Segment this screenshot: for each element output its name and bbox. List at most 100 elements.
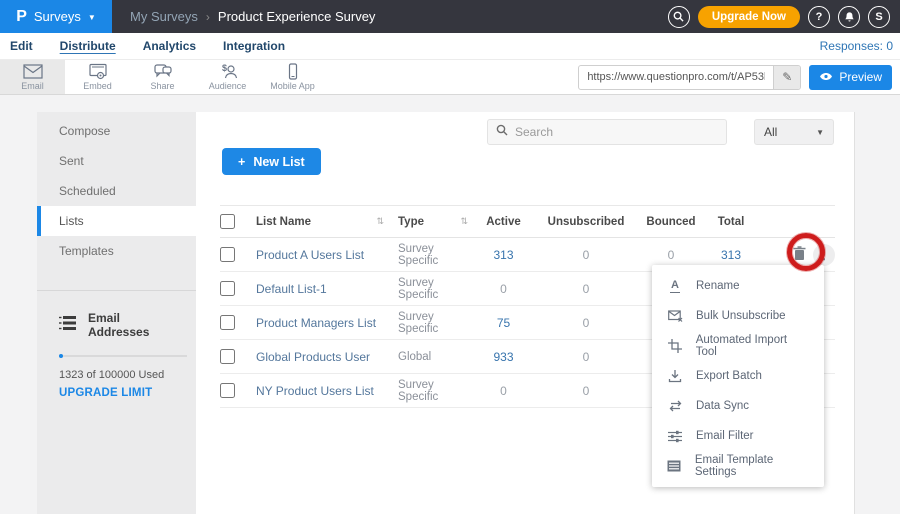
menu-item-email-template-settings[interactable]: Email Template Settings <box>652 451 824 481</box>
list-name-link[interactable]: NY Product Users List <box>256 384 374 398</box>
unsubscribed-count: 0 <box>531 350 641 364</box>
topbar-actions: Upgrade Now ? S <box>668 6 900 28</box>
data-sync-icon <box>667 400 683 412</box>
chevron-down-icon: ▼ <box>88 13 96 22</box>
active-count[interactable]: 75 <box>476 316 531 330</box>
tab-analytics[interactable]: Analytics <box>143 39 196 53</box>
active-count[interactable]: 313 <box>476 248 531 262</box>
sidebar-item-templates[interactable]: Templates <box>37 236 196 266</box>
sidebar-item-compose[interactable]: Compose <box>37 116 196 146</box>
list-name-link[interactable]: Default List-1 <box>256 282 327 296</box>
edit-url-pencil-icon[interactable]: ✎ <box>773 65 800 90</box>
menu-item-automated-import-tool[interactable]: Automated Import Tool <box>652 331 824 361</box>
active-count: 0 <box>476 384 531 398</box>
list-name-link[interactable]: Product A Users List <box>256 248 364 262</box>
menu-item-export-batch[interactable]: Export Batch <box>652 361 824 391</box>
bounced-count: 0 <box>641 248 701 262</box>
breadcrumb: My Surveys › Product Experience Survey <box>130 9 375 24</box>
list-name-link[interactable]: Product Managers List <box>256 316 376 330</box>
breadcrumb-my-surveys[interactable]: My Surveys <box>130 9 198 24</box>
upgrade-limit-link[interactable]: UPGRADE LIMIT <box>59 387 182 399</box>
preview-button[interactable]: Preview <box>809 65 892 90</box>
email-addresses-title: Email Addresses <box>88 311 182 339</box>
col-type: Type <box>398 216 424 228</box>
product-label: Surveys <box>34 9 81 24</box>
tab-mobile-app[interactable]: Mobile App <box>260 60 325 94</box>
automated-import-icon <box>667 339 683 353</box>
trash-icon <box>793 246 806 264</box>
breadcrumb-separator: › <box>206 10 210 24</box>
rename-icon: A <box>667 279 683 292</box>
row-checkbox[interactable] <box>220 315 235 330</box>
sort-icon[interactable]: ⇅ <box>376 216 384 227</box>
tab-distribute[interactable]: Distribute <box>60 39 116 53</box>
menu-item-rename[interactable]: A Rename <box>652 271 824 301</box>
avatar[interactable]: S <box>868 6 890 28</box>
table-header-row: List Name ⇅ Type ⇅ Active Unsubscribed B… <box>220 205 835 238</box>
plus-icon: + <box>238 155 245 169</box>
sidebar-item-lists[interactable]: Lists <box>37 206 196 236</box>
search-icon[interactable] <box>668 6 690 28</box>
sidebar-item-sent[interactable]: Sent <box>37 146 196 176</box>
distribute-toolbar: Email Embed Share $ Audience Mobile App … <box>0 59 900 95</box>
tab-email[interactable]: Email <box>0 60 65 94</box>
menu-item-data-sync[interactable]: Data Sync <box>652 391 824 421</box>
embed-icon <box>87 63 109 80</box>
unsubscribed-count: 0 <box>531 316 641 330</box>
share-icon <box>152 63 174 80</box>
email-sidebar: Compose Sent Scheduled Lists Templates E… <box>37 112 196 514</box>
audience-icon: $ <box>217 63 239 80</box>
surveys-product-switcher[interactable]: P Surveys ▼ <box>0 0 112 33</box>
delete-list-button[interactable] <box>793 246 806 264</box>
help-icon[interactable]: ? <box>808 6 830 28</box>
menu-item-email-filter[interactable]: Email Filter <box>652 421 824 451</box>
upgrade-now-button[interactable]: Upgrade Now <box>698 6 800 28</box>
mobile-app-icon <box>282 63 304 80</box>
tab-embed[interactable]: Embed <box>65 60 130 94</box>
survey-url-field[interactable] <box>579 71 773 83</box>
row-checkbox[interactable] <box>220 383 235 398</box>
email-usage-progress-bar <box>59 355 187 357</box>
tab-integration[interactable]: Integration <box>223 39 285 53</box>
responses-count: Responses: 0 <box>820 39 893 53</box>
chevron-down-icon: ▼ <box>816 128 824 137</box>
list-type-filter-dropdown[interactable]: All ▼ <box>754 119 834 145</box>
menu-item-bulk-unsubscribe[interactable]: Bulk Unsubscribe <box>652 301 824 331</box>
search-box <box>487 119 727 145</box>
export-batch-icon <box>667 369 683 383</box>
email-icon <box>22 63 44 80</box>
list-actions-context-menu: A Rename Bulk Unsubscribe Automated Impo… <box>652 265 824 487</box>
row-checkbox[interactable] <box>220 281 235 296</box>
row-checkbox[interactable] <box>220 349 235 364</box>
col-active: Active <box>476 216 531 228</box>
questionpro-logo: P <box>16 8 27 26</box>
col-total: Total <box>701 216 761 228</box>
sidebar-nav: Compose Sent Scheduled Lists Templates <box>37 112 196 266</box>
toolbar-right: ✎ Preview <box>578 60 900 94</box>
sidebar-item-scheduled[interactable]: Scheduled <box>37 176 196 206</box>
search-input[interactable] <box>515 125 718 139</box>
tab-audience[interactable]: $ Audience <box>195 60 260 94</box>
notifications-bell-icon[interactable] <box>838 6 860 28</box>
email-usage-progress-fill <box>59 354 63 358</box>
page-title: Product Experience Survey <box>218 9 376 24</box>
tab-share[interactable]: Share <box>130 60 195 94</box>
row-checkbox[interactable] <box>220 247 235 262</box>
email-template-settings-icon <box>667 460 682 472</box>
list-filters: All ▼ <box>487 119 834 145</box>
top-bar: P Surveys ▼ My Surveys › Product Experie… <box>0 0 900 33</box>
col-unsubscribed: Unsubscribed <box>531 216 641 228</box>
select-all-checkbox[interactable] <box>220 214 235 229</box>
sort-icon[interactable]: ⇅ <box>460 216 468 227</box>
active-count[interactable]: 933 <box>476 350 531 364</box>
col-list-name: List Name <box>256 216 311 228</box>
total-count[interactable]: 313 <box>701 248 761 262</box>
row-kebab-menu-button[interactable]: ⋮ <box>813 244 835 266</box>
list-name-link[interactable]: Global Products User <box>256 350 370 364</box>
search-icon <box>496 123 508 141</box>
tab-edit[interactable]: Edit <box>10 39 33 53</box>
new-list-button[interactable]: + New List <box>222 148 321 175</box>
active-count: 0 <box>476 282 531 296</box>
svg-text:$: $ <box>222 63 227 73</box>
unsubscribed-count: 0 <box>531 282 641 296</box>
